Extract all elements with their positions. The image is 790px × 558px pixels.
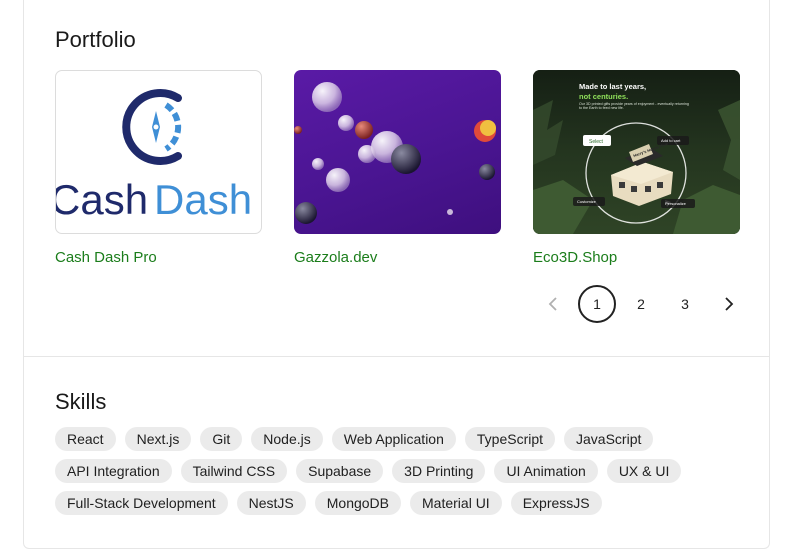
chevron-left-icon — [548, 297, 557, 311]
project-card-eco3d-shop[interactable]: Made to last years, not centuries. Our 3… — [533, 70, 740, 266]
skill-chip: JavaScript — [564, 427, 654, 451]
page-button-2[interactable]: 2 — [622, 285, 660, 323]
prev-page-button[interactable] — [534, 285, 572, 323]
skill-chip: Tailwind CSS — [180, 459, 288, 483]
project-link-cash-dash-pro[interactable]: Cash Dash Pro — [55, 249, 262, 266]
project-thumbnail[interactable] — [294, 70, 501, 234]
project-card-gazzola-dev[interactable]: Gazzola.dev — [294, 70, 501, 266]
skills-row: Full-Stack Development NestJS MongoDB Ma… — [55, 491, 745, 515]
project-thumbnail[interactable]: Cash Dash — [55, 70, 262, 234]
skill-chip: TypeScript — [464, 427, 556, 451]
portfolio-title: Portfolio — [55, 27, 136, 52]
skill-chip: UX & UI — [606, 459, 682, 483]
skill-chip: Next.js — [124, 427, 192, 451]
page-button-3[interactable]: 3 — [666, 285, 704, 323]
skill-chip: Supabase — [296, 459, 384, 483]
svg-text:Personalize: Personalize — [665, 201, 687, 206]
project-thumbnail[interactable]: Made to last years, not centuries. Our 3… — [533, 70, 740, 234]
page-button-1[interactable]: 1 — [578, 285, 616, 323]
skill-chip: API Integration — [55, 459, 172, 483]
skill-chip: NestJS — [236, 491, 306, 515]
skills-title: Skills — [55, 389, 107, 414]
skill-chip: Node.js — [251, 427, 323, 451]
portfolio-pagination: 1 2 3 — [534, 285, 754, 323]
bubbles-artwork-icon — [294, 82, 496, 224]
skills-list: React Next.js Git Node.js Web Applicatio… — [55, 427, 745, 523]
cash-dash-logo-icon: Cash Dash — [56, 89, 252, 223]
skill-chip: Full-Stack Development — [55, 491, 228, 515]
project-link-eco3d-shop[interactable]: Eco3D.Shop — [533, 249, 740, 266]
skill-chip: MongoDB — [314, 491, 402, 515]
skill-chip: 3D Printing — [392, 459, 486, 483]
svg-text:Cash: Cash — [56, 176, 148, 223]
chevron-right-icon — [725, 297, 734, 311]
skill-chip: UI Animation — [494, 459, 598, 483]
svg-text:Customize: Customize — [577, 199, 597, 204]
section-divider — [24, 356, 769, 357]
skill-chip: Material UI — [410, 491, 502, 515]
skill-chip: ExpressJS — [510, 491, 602, 515]
next-page-button[interactable] — [710, 285, 748, 323]
skill-chip: Web Application — [331, 427, 456, 451]
skill-chip: React — [55, 427, 116, 451]
skill-chip: Git — [200, 427, 243, 451]
project-card-cash-dash-pro[interactable]: Cash Dash Cash Dash Pro — [55, 70, 262, 266]
skills-row: API Integration Tailwind CSS Supabase 3D… — [55, 459, 745, 483]
eco-product-artwork-icon: Made to last years, not centuries. Our 3… — [533, 70, 740, 234]
svg-text:Select: Select — [589, 139, 604, 145]
skills-row: React Next.js Git Node.js Web Applicatio… — [55, 427, 745, 451]
profile-card: Portfolio Cash Dash Cash Dash Pro Gazzol… — [23, 0, 770, 549]
svg-text:Dash: Dash — [154, 176, 252, 223]
svg-text:not centuries.: not centuries. — [579, 92, 628, 101]
svg-text:Made to last years,: Made to last years, — [579, 82, 646, 91]
project-link-gazzola-dev[interactable]: Gazzola.dev — [294, 249, 501, 266]
